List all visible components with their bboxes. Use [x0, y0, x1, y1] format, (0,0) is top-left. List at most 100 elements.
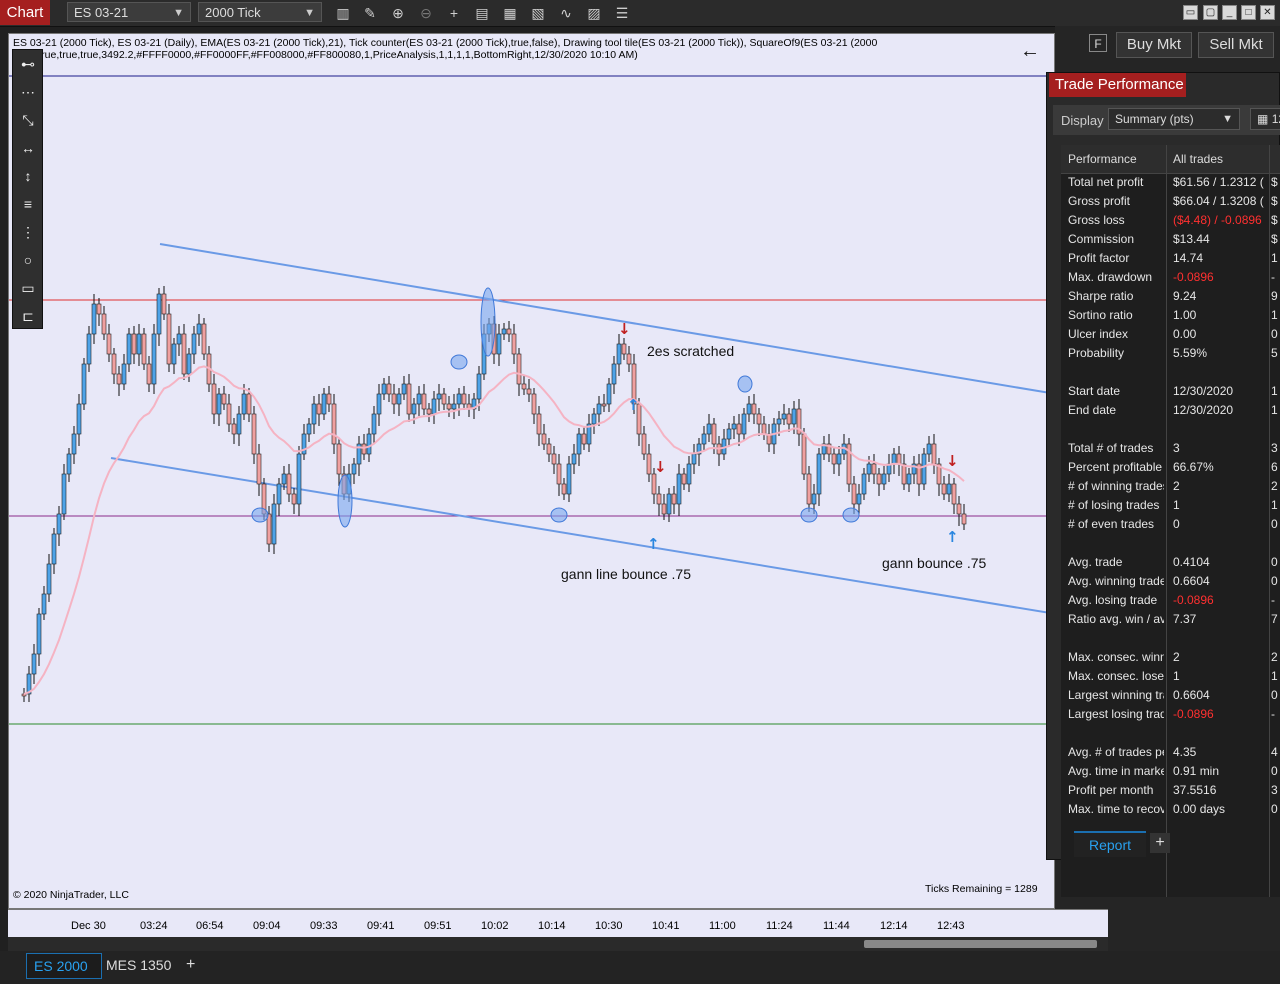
- properties-icon[interactable]: ▤: [473, 4, 491, 22]
- indicators-icon[interactable]: ∿: [557, 4, 575, 22]
- candle-body: [166, 313, 172, 365]
- row-label: # of losing trades: [1068, 498, 1160, 512]
- bar-type-icon[interactable]: ▥: [334, 4, 352, 22]
- strategies-icon[interactable]: ▨: [585, 4, 603, 22]
- f-button[interactable]: F: [1089, 34, 1107, 52]
- chart-tab[interactable]: Chart: [0, 0, 50, 25]
- candle-body: [211, 383, 217, 415]
- candle-body: [871, 463, 877, 475]
- x-tick-label: 11:24: [766, 920, 793, 932]
- minimize-icon[interactable]: _: [1222, 5, 1237, 20]
- x-tick-label: 12:14: [880, 920, 908, 932]
- close-icon[interactable]: ✕: [1260, 5, 1275, 20]
- candle-body: [336, 443, 342, 475]
- candle-body: [741, 413, 747, 435]
- tab-mes-1350[interactable]: MES 1350: [99, 953, 178, 977]
- horizontal-line-icon[interactable]: ↔: [18, 138, 38, 158]
- row-label: Sortino ratio: [1068, 308, 1133, 322]
- candle-body: [856, 493, 862, 505]
- row-value: 0.4104: [1173, 555, 1210, 569]
- x-tick-label: 11:00: [709, 920, 736, 932]
- window-restore-icon[interactable]: ▭: [1183, 5, 1198, 20]
- candle-body: [616, 343, 622, 365]
- col-all-trades-header[interactable]: All trades: [1173, 145, 1223, 173]
- candle-body: [351, 463, 357, 475]
- row-value: 0.00: [1173, 327, 1197, 341]
- candle-body: [681, 473, 687, 485]
- x-axis: Dec 30 03:24 06:54 09:04 09:33 09:41 09:…: [8, 909, 1108, 938]
- row-value-col3: 0: [1271, 327, 1278, 341]
- row-label: Avg. time in market: [1068, 764, 1164, 778]
- fib-extension-icon[interactable]: ⋮: [18, 222, 38, 242]
- candle-body: [836, 453, 842, 465]
- tab-report[interactable]: Report: [1074, 831, 1146, 857]
- sell-arrow-icon: ↓: [618, 320, 631, 338]
- ray-tool-icon[interactable]: ⋯: [18, 82, 38, 102]
- back-arrow-icon[interactable]: ←: [1020, 40, 1040, 63]
- candle-body: [231, 423, 237, 435]
- interval-selector[interactable]: 2000 Tick ▼: [198, 2, 322, 22]
- candle-body: [526, 388, 532, 395]
- table-row: Max. consec. winners 2 2: [1061, 648, 1280, 667]
- pencil-icon[interactable]: ✎: [361, 4, 379, 22]
- candle-body: [76, 403, 82, 435]
- candle-body: [876, 473, 882, 485]
- row-label: Largest losing trade: [1068, 707, 1164, 721]
- row-value: $13.44: [1173, 232, 1210, 246]
- ellipse: [251, 507, 269, 523]
- candle-body: [216, 393, 222, 415]
- vertical-line-icon[interactable]: ↕: [18, 166, 38, 186]
- candle-body: [116, 373, 122, 385]
- maximize-icon[interactable]: □: [1241, 5, 1256, 20]
- candle-body: [36, 613, 42, 655]
- candle-body: [271, 503, 277, 545]
- candle-body: [806, 473, 812, 505]
- candle-body: [371, 413, 377, 435]
- window-tile-icon[interactable]: ▢: [1203, 5, 1218, 20]
- candle-body: [926, 443, 932, 455]
- candle-body: [646, 453, 652, 475]
- candle-body: [241, 393, 247, 415]
- date-selector[interactable]: ▦ 12: [1250, 108, 1280, 130]
- add-tab-icon[interactable]: +: [179, 953, 202, 977]
- candle-body: [401, 383, 407, 395]
- row-value: 7.37: [1173, 612, 1197, 626]
- tab-es-2000[interactable]: ES 2000: [26, 953, 102, 979]
- candle-body: [946, 483, 952, 495]
- row-label: Commission: [1068, 232, 1135, 246]
- buy-market-button[interactable]: Buy Mkt: [1116, 32, 1192, 58]
- row-value: 37.5516: [1173, 783, 1217, 797]
- crosshair-icon[interactable]: +: [445, 4, 463, 22]
- fibonacci-icon[interactable]: ≡: [18, 194, 38, 214]
- table-row: Avg. losing trade -0.0896 -: [1061, 591, 1280, 610]
- table-row: End date 12/30/2020 1: [1061, 401, 1280, 420]
- row-value-col3: 1: [1271, 384, 1278, 398]
- display-selector[interactable]: Summary (pts) ▼: [1108, 108, 1240, 130]
- zoom-in-icon[interactable]: ⊕: [389, 4, 407, 22]
- instrument-selector[interactable]: ES 03-21 ▼: [67, 2, 191, 22]
- candle-body: [781, 413, 787, 420]
- x-tick-label: 12:43: [937, 920, 965, 932]
- candle-body: [551, 453, 557, 465]
- horizontal-scrollbar[interactable]: [8, 937, 1108, 951]
- text-tool-icon[interactable]: ⊏: [18, 306, 38, 326]
- templates-icon[interactable]: ▦: [501, 4, 519, 22]
- table-row: # of losing trades 1 1: [1061, 496, 1280, 515]
- line-tool-icon[interactable]: ⊷: [18, 54, 38, 74]
- chart-style-icon[interactable]: ▧: [529, 4, 547, 22]
- ellipse-tool-icon[interactable]: ○: [18, 250, 38, 270]
- add-tab-icon[interactable]: +: [1150, 833, 1170, 853]
- zoom-out-icon[interactable]: ⊖: [417, 4, 435, 22]
- col-performance-header[interactable]: Performance: [1068, 145, 1137, 173]
- row-value-col3: $: [1271, 232, 1278, 246]
- candle-body: [896, 453, 902, 465]
- price-chart[interactable]: ↓ ↑ ↓ ↑ ↓ ↑: [9, 34, 1055, 909]
- sell-market-button[interactable]: Sell Mkt: [1198, 32, 1274, 58]
- scroll-thumb[interactable]: [864, 940, 1097, 948]
- rectangle-tool-icon[interactable]: ▭: [18, 278, 38, 298]
- candle-body: [221, 393, 227, 405]
- chart-panel[interactable]: ES 03-21 (2000 Tick), ES 03-21 (Daily), …: [8, 33, 1055, 909]
- extended-line-icon[interactable]: ⤡: [18, 110, 38, 130]
- row-value: 2: [1173, 650, 1180, 664]
- menu-list-icon[interactable]: ☰: [613, 4, 631, 22]
